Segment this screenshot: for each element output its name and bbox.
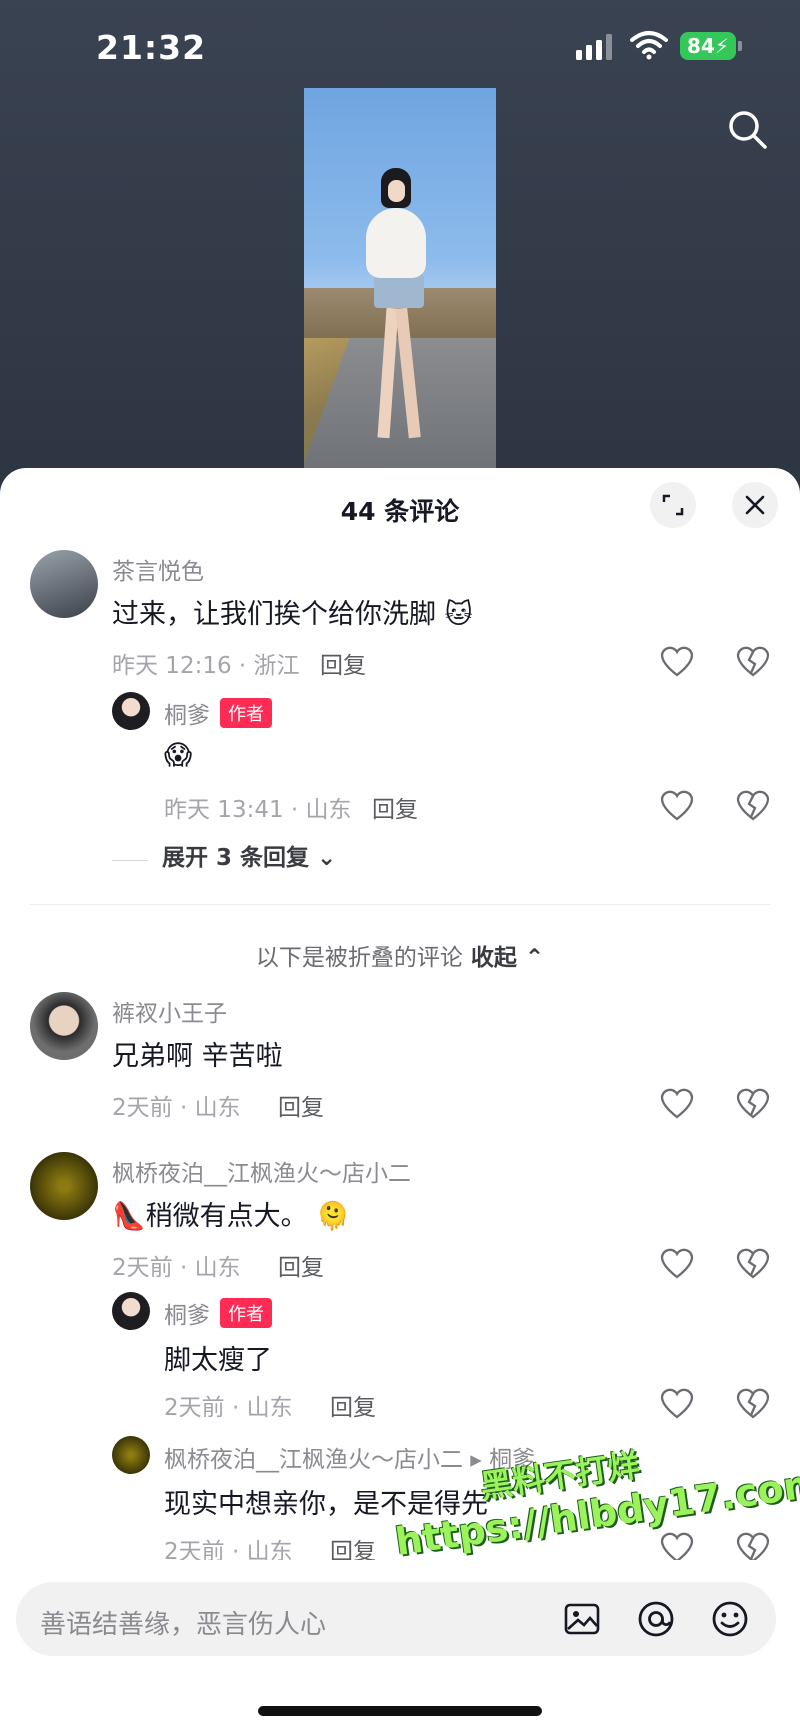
figure-body bbox=[366, 208, 426, 278]
emoji-icon[interactable] bbox=[710, 1599, 750, 1639]
heart-icon[interactable] bbox=[660, 1088, 694, 1120]
search-icon[interactable] bbox=[724, 106, 770, 152]
heart-icon[interactable] bbox=[660, 646, 694, 678]
expand-replies-button[interactable]: 展开 3 条回复 ⌄ bbox=[112, 838, 336, 872]
folded-comments-note: 以下是被折叠的评论 收起 ⌃ bbox=[255, 945, 545, 971]
comment-meta: 2天前 · 山东 bbox=[164, 1395, 293, 1421]
battery-level: 84⚡ bbox=[680, 32, 736, 60]
status-time: 21:32 bbox=[96, 28, 207, 67]
status-bar: 21:32 84⚡ bbox=[0, 0, 800, 96]
expand-line bbox=[112, 860, 148, 861]
comment-username[interactable]: 枫桥夜泊__江枫渔火～店小二 bbox=[112, 1154, 411, 1188]
reply-button[interactable]: 回复 bbox=[278, 1088, 324, 1122]
expand-button[interactable] bbox=[650, 482, 696, 528]
figure-shorts bbox=[374, 274, 424, 308]
heart-icon[interactable] bbox=[660, 1388, 694, 1420]
author-badge: 作者 bbox=[220, 698, 272, 728]
comment-username[interactable]: 茶言悦色 bbox=[112, 552, 204, 586]
video-thumbnail[interactable] bbox=[304, 88, 496, 468]
image-icon[interactable] bbox=[562, 1599, 602, 1639]
heart-icon[interactable] bbox=[660, 1248, 694, 1280]
comment-text: 脚太瘦了 bbox=[164, 1345, 272, 1376]
reply-button[interactable]: 回复 bbox=[320, 646, 366, 680]
battery-cap bbox=[738, 41, 742, 51]
comment-username[interactable]: 裤衩小王子 bbox=[112, 994, 227, 1028]
signal-icon bbox=[576, 34, 612, 60]
chevron-down-icon: ⌄ bbox=[309, 845, 337, 871]
comment-meta: 2天前 · 山东 bbox=[112, 1095, 241, 1121]
comment-username[interactable]: 桐爹 作者 bbox=[164, 1296, 272, 1330]
divider bbox=[30, 904, 770, 905]
comment-meta: 2天前 · 山东 bbox=[112, 1255, 241, 1281]
dislike-icon[interactable] bbox=[736, 646, 770, 678]
reply-button[interactable]: 回复 bbox=[278, 1248, 324, 1282]
close-button[interactable] bbox=[732, 482, 778, 528]
comment-text: 👠稍微有点大。 🫠 bbox=[112, 1201, 350, 1232]
avatar[interactable] bbox=[112, 1436, 150, 1474]
avatar[interactable] bbox=[30, 550, 98, 618]
comment-username[interactable]: 桐爹 作者 bbox=[164, 696, 272, 730]
comment-text: 兄弟啊 辛苦啦 bbox=[112, 1041, 283, 1072]
author-badge: 作者 bbox=[220, 1298, 272, 1328]
dislike-icon[interactable] bbox=[736, 790, 770, 822]
comment-input-placeholder: 善语结善缘，恶言伤人心 bbox=[40, 1610, 327, 1640]
expand-icon bbox=[662, 494, 684, 516]
at-icon[interactable] bbox=[636, 1599, 676, 1639]
comment-input[interactable]: 善语结善缘，恶言伤人心 bbox=[16, 1582, 776, 1656]
comment-meta: 昨天 13:41 · 山东 bbox=[164, 797, 352, 823]
heart-icon[interactable] bbox=[660, 790, 694, 822]
figure-face bbox=[388, 180, 405, 202]
avatar[interactable] bbox=[30, 992, 98, 1060]
comment-meta: 昨天 12:16 · 浙江 bbox=[112, 653, 300, 679]
dislike-icon[interactable] bbox=[736, 1388, 770, 1420]
dislike-icon[interactable] bbox=[736, 1088, 770, 1120]
comment-text: 😱 bbox=[164, 740, 193, 771]
comment-text: 过来，让我们挨个给你洗脚 🐱 bbox=[112, 599, 473, 630]
home-indicator[interactable] bbox=[258, 1706, 542, 1716]
reply-button[interactable]: 回复 bbox=[372, 790, 418, 824]
wifi-icon bbox=[630, 31, 668, 60]
reply-button[interactable]: 回复 bbox=[330, 1388, 376, 1422]
avatar[interactable] bbox=[112, 1292, 150, 1330]
close-icon bbox=[745, 495, 765, 515]
avatar[interactable] bbox=[30, 1152, 98, 1220]
avatar[interactable] bbox=[112, 692, 150, 730]
collapse-button[interactable]: 收起 ⌃ bbox=[471, 945, 544, 971]
dislike-icon[interactable] bbox=[736, 1248, 770, 1280]
